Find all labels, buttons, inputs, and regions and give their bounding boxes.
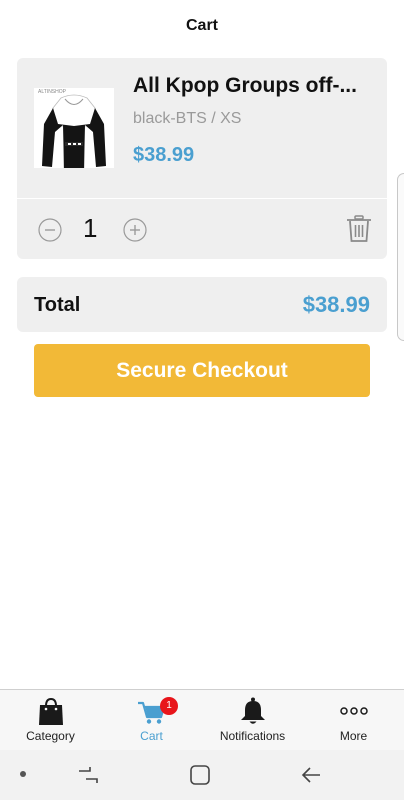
product-variant: black-BTS / XS	[133, 110, 242, 127]
more-dots-icon	[339, 707, 368, 715]
total-label: Total	[34, 294, 81, 316]
cart-item-details[interactable]: ALTINSHOP All Kpop Groups off-... black-…	[17, 58, 387, 198]
nav-bar-dot-icon	[20, 771, 26, 777]
secure-checkout-button[interactable]: Secure Checkout	[34, 344, 370, 397]
edge-panel-handle[interactable]	[397, 173, 404, 341]
home-icon	[190, 765, 210, 785]
total-card: Total $38.99	[17, 277, 387, 332]
quantity-value: 1	[83, 213, 98, 243]
back-button[interactable]	[300, 763, 324, 787]
home-button[interactable]	[188, 763, 212, 787]
product-thumbnail[interactable]: ALTINSHOP	[34, 88, 114, 168]
thumbnail-brand-text: ALTINSHOP	[38, 89, 66, 95]
page-title: Cart	[185, 17, 218, 34]
bell-icon	[240, 697, 265, 724]
tab-notifications[interactable]: Notifications	[202, 690, 303, 750]
increase-quantity-button[interactable]	[123, 218, 147, 242]
tab-cart[interactable]: 1 Cart	[101, 690, 202, 750]
system-navigation-bar	[0, 750, 404, 800]
total-value: $38.99	[302, 292, 370, 317]
tab-more-label: More	[339, 729, 368, 743]
shopping-bag-icon	[38, 697, 63, 725]
tab-more[interactable]: More	[303, 690, 404, 750]
tab-notifications-label: Notifications	[219, 729, 286, 743]
tab-category[interactable]: Category	[0, 690, 101, 750]
hoodie-image	[42, 94, 106, 168]
tab-cart-label: Cart	[140, 729, 163, 743]
recent-apps-button[interactable]	[76, 763, 100, 787]
tab-category-label: Category	[26, 729, 75, 743]
decrease-quantity-button[interactable]	[38, 218, 62, 242]
cart-count-badge: 1	[160, 697, 178, 715]
app-header: Cart	[0, 0, 404, 52]
product-name[interactable]: All Kpop Groups off-...	[133, 74, 373, 98]
back-arrow-icon	[301, 767, 320, 783]
bottom-tab-bar: Category 1 Cart Notifications More	[0, 689, 404, 750]
delete-item-button[interactable]	[346, 215, 372, 243]
cart-item-card: ALTINSHOP All Kpop Groups off-... black-…	[17, 58, 387, 259]
recent-apps-icon	[79, 767, 98, 783]
product-price: $38.99	[133, 144, 195, 166]
quantity-stepper: 1	[17, 199, 387, 259]
trash-icon	[347, 215, 371, 242]
